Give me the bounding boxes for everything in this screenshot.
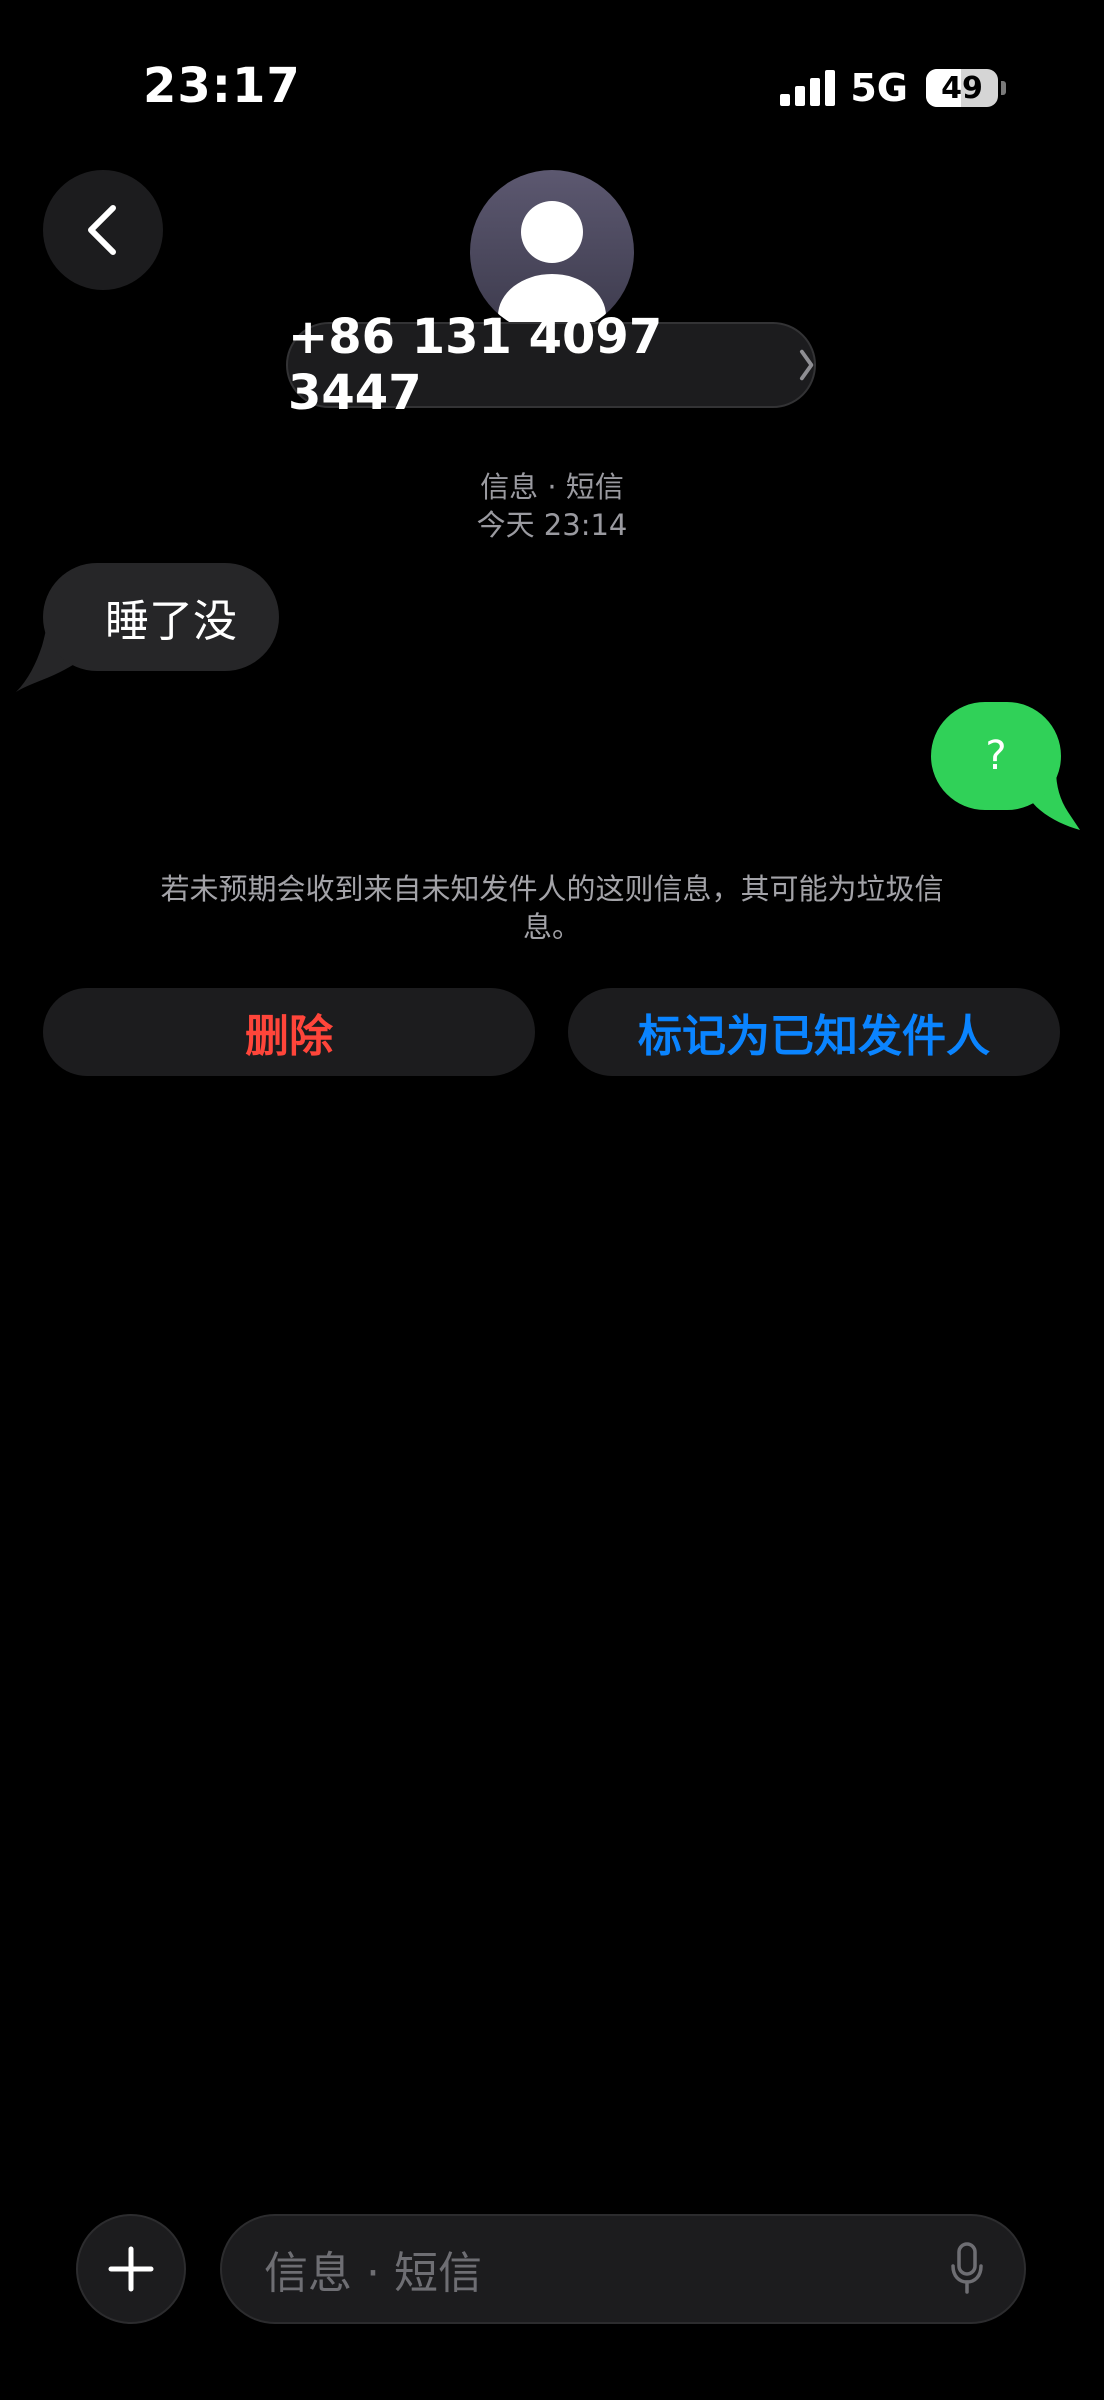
chevron-right-icon bbox=[799, 349, 814, 381]
incoming-message-bubble[interactable]: 睡了没 bbox=[43, 563, 279, 671]
contact-info-button[interactable]: +86 131 4097 3447 bbox=[286, 309, 816, 421]
message-list-item[interactable]: 睡了没 bbox=[43, 563, 279, 671]
mark-known-sender-button[interactable]: 标记为已知发件人 bbox=[568, 988, 1060, 1076]
add-attachment-button[interactable] bbox=[76, 2214, 186, 2324]
back-button[interactable] bbox=[43, 170, 163, 290]
battery-level: 49 bbox=[941, 70, 983, 106]
outgoing-message-text: ? bbox=[985, 733, 1007, 779]
contact-number: +86 131 4097 3447 bbox=[288, 309, 663, 421]
incoming-message-text: 睡了没 bbox=[105, 596, 237, 647]
delete-button[interactable]: 删除 bbox=[43, 988, 535, 1076]
network-label: 5G bbox=[850, 66, 908, 110]
message-input[interactable]: 信息 · 短信 bbox=[220, 2214, 1026, 2324]
battery-cap bbox=[1001, 81, 1006, 95]
message-timestamp: 今天 23:14 bbox=[476, 508, 628, 542]
microphone-icon[interactable] bbox=[950, 2242, 984, 2296]
status-indicators: 5G 49 bbox=[780, 66, 1006, 110]
status-time: 23:17 bbox=[143, 58, 301, 114]
plus-icon bbox=[108, 2246, 154, 2292]
message-input-placeholder: 信息 · 短信 bbox=[264, 2248, 482, 2299]
chevron-left-icon bbox=[88, 205, 116, 255]
outgoing-message-bubble[interactable]: ? bbox=[931, 702, 1061, 810]
conversation-meta: 信息 · 短信 今天 23:14 bbox=[0, 468, 1104, 544]
spam-notice: 若未预期会收到来自未知发件人的这则信息，其可能为垃圾信息。 bbox=[160, 872, 944, 944]
service-label: 信息 · 短信 bbox=[480, 470, 624, 504]
signal-icon bbox=[780, 70, 836, 106]
battery-icon: 49 bbox=[926, 69, 998, 107]
